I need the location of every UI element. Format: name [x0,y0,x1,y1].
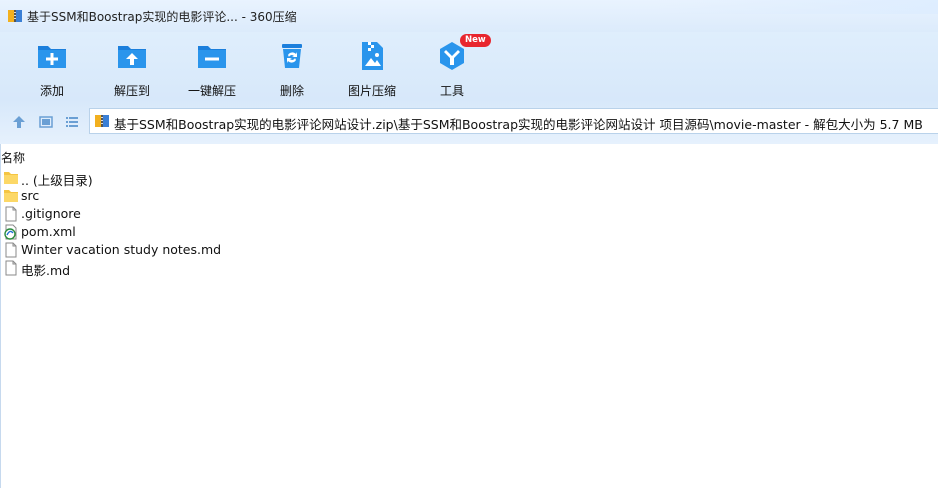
zip-archive-icon [95,115,109,127]
extract-to-button[interactable]: 解压到 [92,36,172,98]
list-item[interactable]: src [3,187,403,205]
pane-border [0,144,1,488]
delete-bin-icon [282,44,302,68]
thumbnail-view-icon[interactable] [38,114,54,130]
delete-label: 删除 [279,84,304,98]
add-label: 添加 [39,84,64,98]
tools-button[interactable]: New 工具 [412,34,492,98]
delete-button[interactable]: 删除 [252,36,332,98]
extract-to-label: 解压到 [113,84,150,98]
image-compress-icon [362,42,383,70]
file-icon [5,206,17,222]
file-name: Winter vacation study notes.md [21,242,222,257]
image-compress-button[interactable]: 图片压缩 [332,36,412,98]
file-name: 电影.md [21,263,71,278]
one-click-extract-icon [198,46,226,68]
up-arrow-icon[interactable] [11,114,27,130]
one-click-extract-button[interactable]: 一键解压 [172,36,252,98]
file-list-pane: 名称 .. (上级目录) src .gitignore pom.xml Wint… [0,144,938,488]
main-toolbar: 添加 解压到 一键解压 删除 图片压缩 New 工具 [0,32,938,100]
file-icon [5,242,17,258]
add-folder-icon [38,46,66,68]
file-name: src [21,188,40,203]
title-glow [655,0,938,14]
archive-app-icon [8,10,22,22]
list-item[interactable]: .. (上级目录) [3,169,403,188]
column-header-name[interactable]: 名称 [1,149,25,166]
one-click-extract-label: 一键解压 [187,84,236,98]
file-icon [5,260,17,276]
xml-file-icon [4,224,17,240]
address-bar: 基于SSM和Boostrap实现的电影评论网站设计.zip\基于SSM和Boos… [0,100,938,144]
new-badge: New [460,34,491,47]
file-name: pom.xml [21,224,76,239]
list-item[interactable]: Winter vacation study notes.md [3,241,403,259]
file-name: .gitignore [21,206,81,221]
folder-icon [4,172,18,184]
image-compress-label: 图片压缩 [347,84,396,98]
list-item[interactable]: 电影.md [3,259,403,278]
title-bar: 基于SSM和Boostrap实现的电影评论... - 360压缩 [0,0,938,32]
address-path: 基于SSM和Boostrap实现的电影评论网站设计.zip\基于SSM和Boos… [114,117,923,132]
list-item[interactable]: pom.xml [3,223,403,241]
window-title: 基于SSM和Boostrap实现的电影评论... - 360压缩 [27,10,297,24]
list-view-icon[interactable] [64,114,80,130]
folder-icon [4,190,18,202]
address-field[interactable]: 基于SSM和Boostrap实现的电影评论网站设计.zip\基于SSM和Boos… [89,108,938,134]
list-item[interactable]: .gitignore [3,205,403,223]
extract-to-icon [118,46,146,68]
add-button[interactable]: 添加 [12,36,92,98]
tools-label: 工具 [439,84,464,98]
